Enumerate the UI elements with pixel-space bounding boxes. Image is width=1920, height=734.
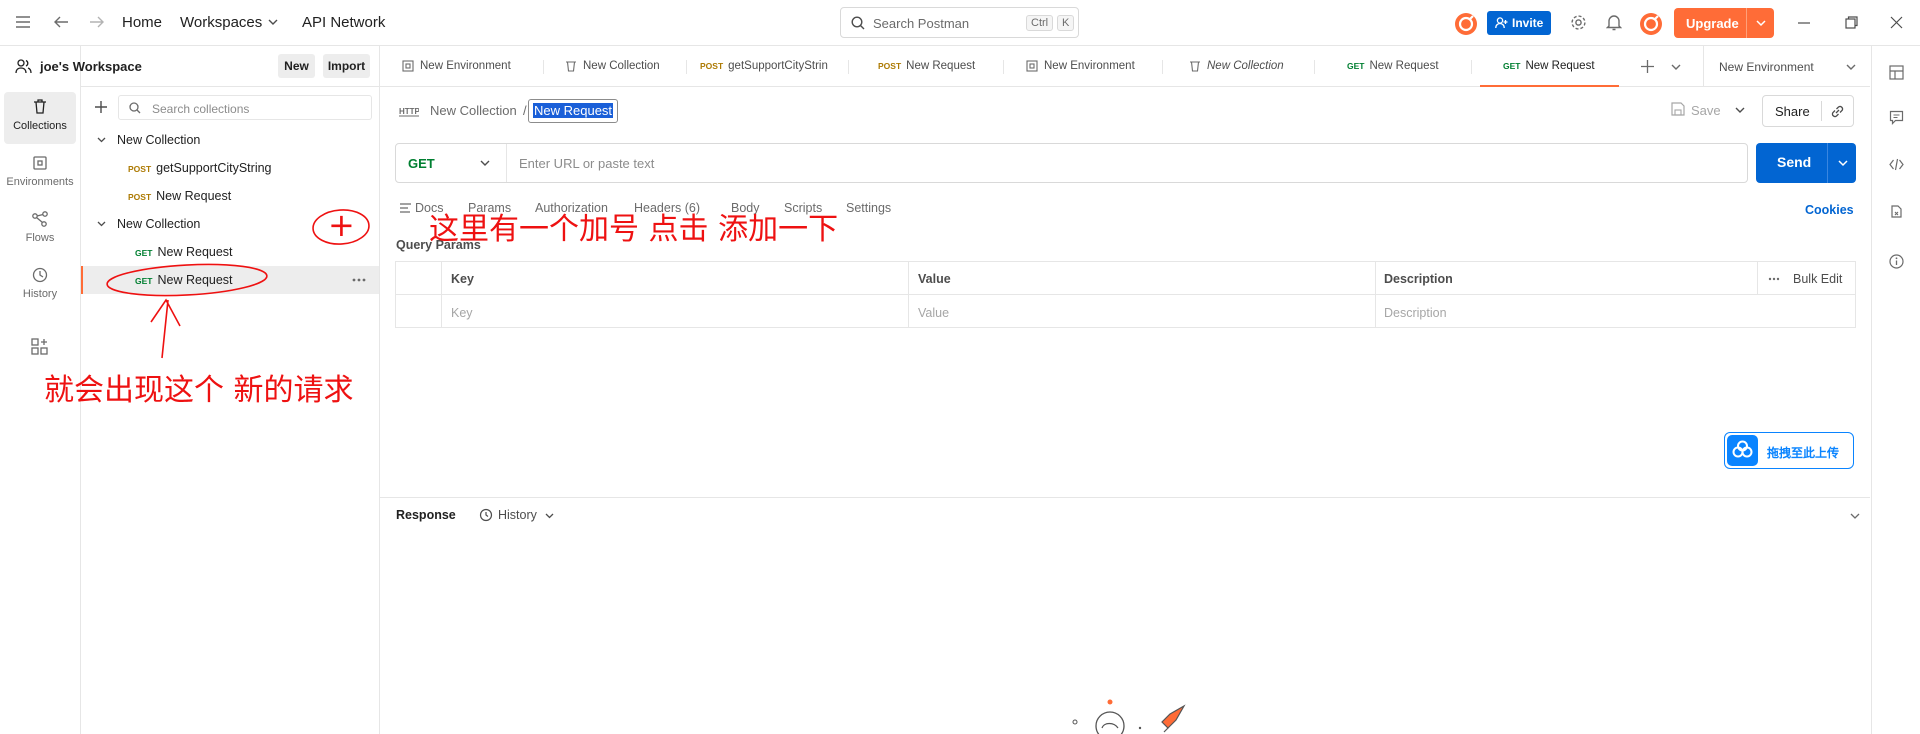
annotation-plus-sign: + [328, 206, 355, 244]
annotation-top-note: 这里有一个加号 点击 添加一下 [429, 212, 839, 247]
annotation-row-circle [106, 263, 268, 297]
annotation-bottom-note: 就会出现这个 新的请求 [44, 373, 354, 408]
annotation-arrow [150, 298, 181, 359]
